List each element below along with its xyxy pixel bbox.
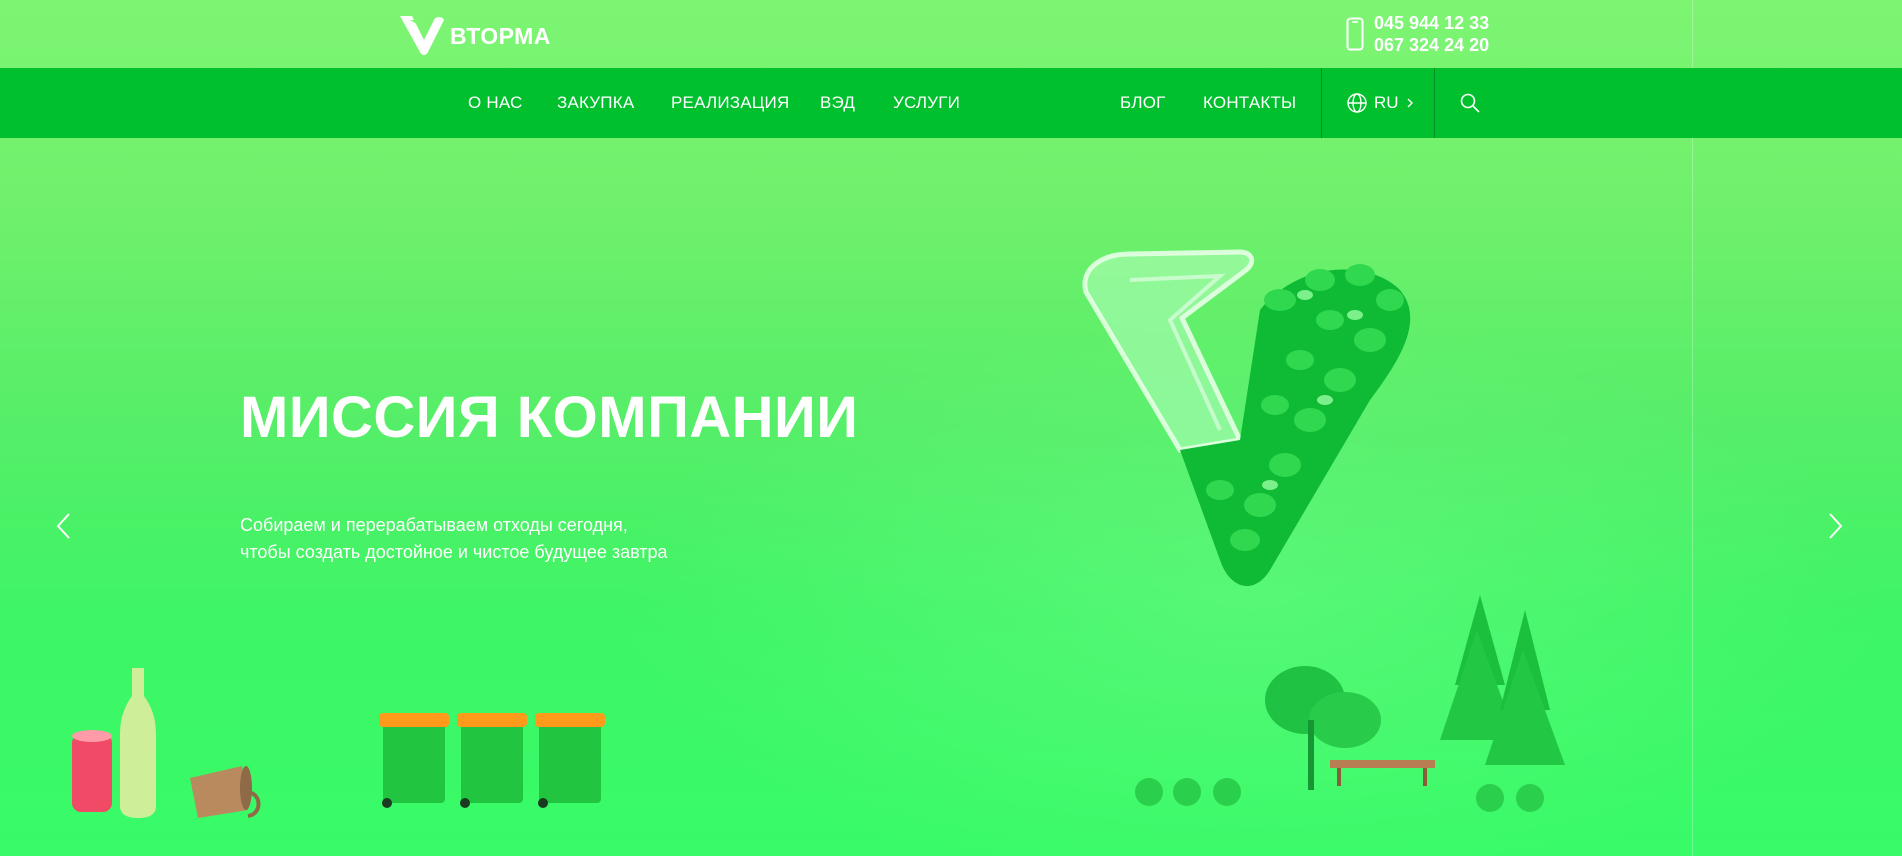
top-bar: ВТОРМА 045 944 12 33 067 324 24 20 bbox=[0, 0, 1902, 68]
nav-item-foreign-trade[interactable]: ВЭД bbox=[820, 68, 855, 138]
vtorma-v-logo-icon bbox=[400, 16, 444, 55]
hero-subtitle: Собираем и перерабатываем отходы сегодня… bbox=[240, 512, 760, 566]
nav-divider bbox=[1434, 68, 1435, 138]
phone-icon bbox=[1346, 17, 1364, 51]
hero-title: МИССИЯ КОМПАНИИ bbox=[240, 385, 859, 450]
nav-item-contacts[interactable]: КОНТАКТЫ bbox=[1203, 68, 1296, 138]
bottles-and-cans-illustration bbox=[72, 668, 261, 818]
current-language: RU bbox=[1374, 93, 1399, 112]
recycling-bins-illustration bbox=[379, 713, 605, 808]
phone-number-2[interactable]: 067 324 24 20 bbox=[1374, 34, 1489, 56]
language-switcher[interactable]: RU bbox=[1346, 68, 1415, 138]
brand-logo[interactable]: ВТОРМА bbox=[398, 12, 551, 56]
nav-item-purchase[interactable]: ЗАКУПКА bbox=[557, 68, 634, 138]
chevron-right-icon bbox=[1407, 98, 1413, 108]
nav-item-services[interactable]: УСЛУГИ bbox=[893, 68, 960, 138]
hero-subtitle-line-1: Собираем и перерабатываем отходы сегодня… bbox=[240, 515, 628, 535]
slider-next-button[interactable] bbox=[1821, 510, 1849, 542]
search-icon[interactable] bbox=[1460, 93, 1480, 113]
globe-icon bbox=[1347, 93, 1367, 113]
park-scene-illustration bbox=[1135, 595, 1565, 812]
nav-divider bbox=[1321, 68, 1322, 138]
hero-subtitle-line-2: чтобы создать достойное и чистое будущее… bbox=[240, 542, 668, 562]
nav-item-blog[interactable]: БЛОГ bbox=[1120, 68, 1166, 138]
leafy-v-logo-illustration bbox=[1082, 249, 1411, 587]
phone-number-1[interactable]: 045 944 12 33 bbox=[1374, 12, 1489, 34]
nav-item-about[interactable]: О НАС bbox=[468, 68, 522, 138]
contact-phones: 045 944 12 33 067 324 24 20 bbox=[1346, 12, 1489, 56]
brand-name: ВТОРМА bbox=[450, 22, 551, 49]
nav-item-sales[interactable]: РЕАЛИЗАЦИЯ bbox=[671, 68, 789, 138]
slider-prev-button[interactable] bbox=[50, 510, 78, 542]
main-navigation: О НАС ЗАКУПКА РЕАЛИЗАЦИЯ ВЭД УСЛУГИ БЛОГ… bbox=[0, 68, 1902, 138]
